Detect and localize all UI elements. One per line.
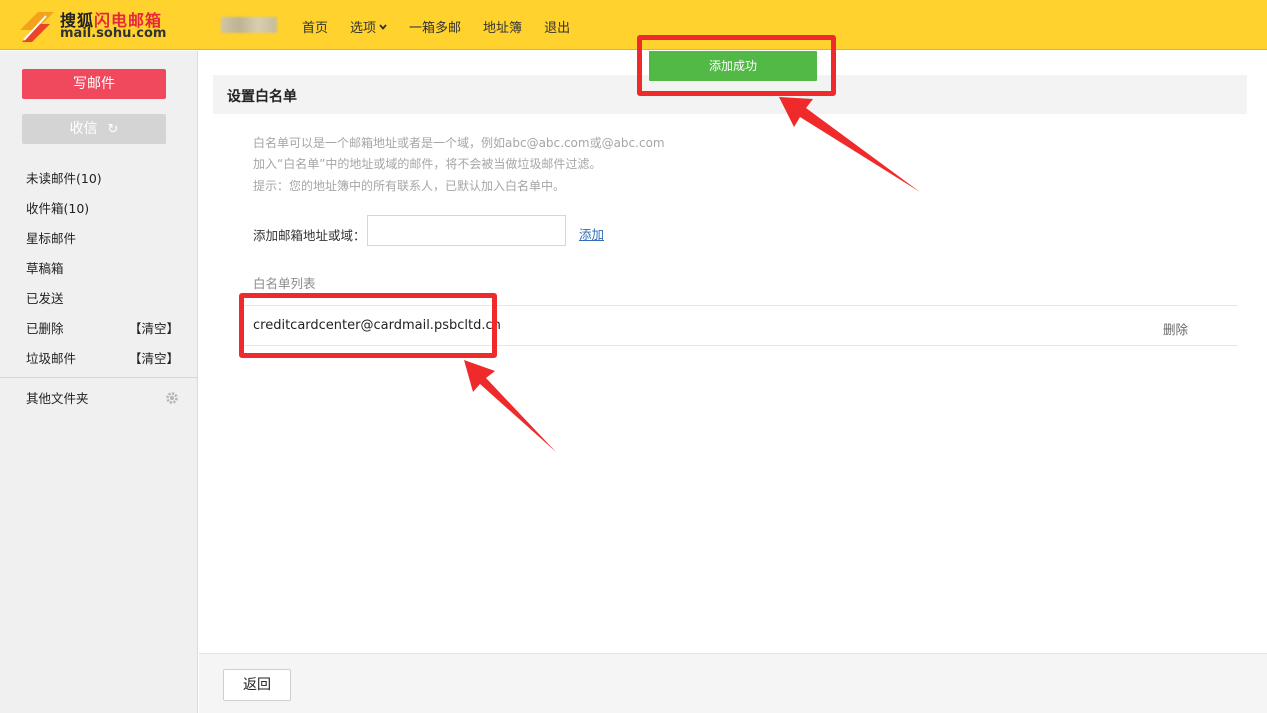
refresh-icon: ↻ bbox=[107, 122, 119, 137]
empty-spam-button[interactable]: 【清空】 bbox=[129, 344, 179, 374]
nav-options[interactable]: 选项 bbox=[350, 17, 387, 36]
receive-button[interactable]: 收信 ↻ bbox=[22, 114, 166, 144]
compose-button[interactable]: 写邮件 bbox=[22, 69, 166, 99]
sidebar: 写邮件 收信 ↻ 未读邮件(10) 收件箱(10) 星标邮件 草稿箱 已发送 已删… bbox=[0, 51, 198, 713]
annotation-box-email bbox=[239, 293, 497, 358]
blurred-username bbox=[221, 17, 277, 33]
add-link[interactable]: 添加 bbox=[579, 224, 604, 243]
whitelist-title: 白名单列表 bbox=[253, 276, 316, 291]
folder-spam[interactable]: 垃圾邮件 【清空】 bbox=[0, 344, 197, 374]
logo-domain: mail.sohu.com bbox=[60, 26, 167, 41]
sohu-mail-logo[interactable]: 搜狐闪电邮箱 mail.sohu.com bbox=[14, 4, 167, 46]
folder-inbox[interactable]: 收件箱(10) bbox=[0, 194, 197, 224]
lightning-logo-icon bbox=[20, 12, 54, 42]
nav-logout[interactable]: 退出 bbox=[544, 17, 570, 36]
top-nav: 首页 选项 一箱多邮 地址簿 退出 bbox=[302, 17, 592, 36]
gear-icon[interactable] bbox=[164, 390, 180, 406]
chevron-down-icon bbox=[379, 24, 387, 30]
hint-line-3: 提示：您的地址簿中的所有联系人，已默认加入白名单中。 bbox=[253, 179, 566, 193]
nav-home[interactable]: 首页 bbox=[302, 17, 328, 36]
hint-line-2: 加入“白名单”中的地址或域的邮件，将不会被当做垃圾邮件过滤。 bbox=[253, 157, 602, 171]
nav-address-book[interactable]: 地址簿 bbox=[483, 17, 522, 36]
add-address-input[interactable] bbox=[367, 215, 566, 246]
footer-bar: 返回 bbox=[199, 653, 1267, 713]
top-header: 搜狐闪电邮箱 mail.sohu.com 首页 选项 一箱多邮 地址簿 退出 bbox=[0, 0, 1267, 50]
folder-starred[interactable]: 星标邮件 bbox=[0, 224, 197, 254]
folder-drafts[interactable]: 草稿箱 bbox=[0, 254, 197, 284]
nav-multi-account[interactable]: 一箱多邮 bbox=[409, 17, 461, 36]
hint-line-1: 白名单可以是一个邮箱地址或者是一个域，例如abc@abc.com或@abc.co… bbox=[253, 136, 665, 150]
folder-unread[interactable]: 未读邮件(10) bbox=[0, 164, 197, 194]
other-folders[interactable]: 其他文件夹 bbox=[26, 388, 89, 407]
page-title: 设置白名单 bbox=[227, 89, 297, 105]
annotation-box-toast bbox=[637, 35, 836, 96]
folder-list: 未读邮件(10) 收件箱(10) 星标邮件 草稿箱 已发送 已删除 【清空】 垃圾… bbox=[0, 164, 197, 374]
add-address-label: 添加邮箱地址或域： bbox=[253, 228, 366, 243]
delete-link[interactable]: 删除 bbox=[1163, 319, 1188, 338]
folder-deleted[interactable]: 已删除 【清空】 bbox=[0, 314, 197, 344]
empty-deleted-button[interactable]: 【清空】 bbox=[129, 314, 179, 344]
back-button[interactable]: 返回 bbox=[223, 669, 291, 701]
folder-sent[interactable]: 已发送 bbox=[0, 284, 197, 314]
sidebar-divider bbox=[0, 377, 197, 378]
